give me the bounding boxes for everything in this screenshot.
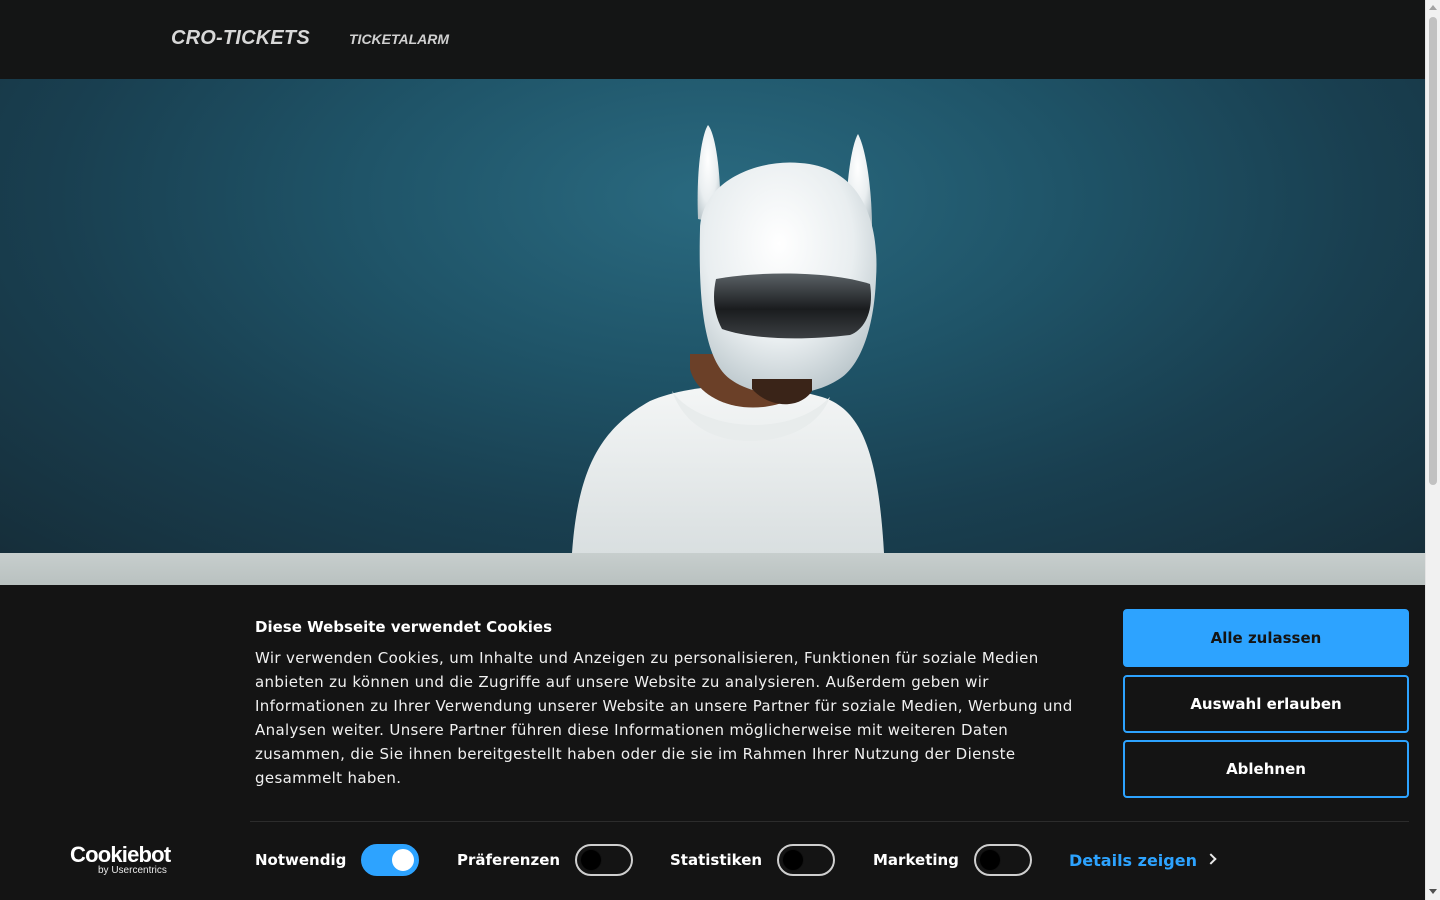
- toggle-knob: [979, 849, 1001, 871]
- toggle-knob: [392, 849, 414, 871]
- cookie-banner: Diese Webseite verwendet Cookies Wir ver…: [0, 585, 1425, 900]
- toggle-knob: [580, 849, 602, 871]
- cookiebot-logo: Cookiebot by Usercentrics: [70, 842, 171, 877]
- details-link[interactable]: Details zeigen: [1069, 851, 1197, 870]
- toggle-necessary[interactable]: [361, 844, 419, 876]
- hero-bottom-band: [0, 553, 1425, 585]
- cookiebot-logo-subtext: by Usercentrics: [98, 865, 167, 876]
- cookie-banner-title: Diese Webseite verwendet Cookies: [255, 618, 553, 636]
- scroll-thumb[interactable]: [1429, 17, 1437, 485]
- scroll-up-arrow-icon[interactable]: [1429, 5, 1437, 10]
- allow-all-button[interactable]: Alle zulassen: [1123, 609, 1409, 667]
- toggle-knob: [782, 849, 804, 871]
- toggle-label-marketing: Marketing: [873, 851, 959, 869]
- toggle-statistics[interactable]: [777, 844, 835, 876]
- page-scrollbar[interactable]: [1425, 0, 1440, 900]
- deny-button[interactable]: Ablehnen: [1123, 740, 1409, 798]
- hero-image: [0, 79, 1425, 553]
- cookie-banner-text: Wir verwenden Cookies, um Inhalte und An…: [255, 649, 1073, 787]
- brand-link[interactable]: CRO-TICKETS: [171, 27, 310, 50]
- chevron-right-icon[interactable]: [1205, 853, 1217, 865]
- nav-link-ticketalarm[interactable]: TICKETALARM: [349, 31, 449, 47]
- scroll-down-arrow-icon[interactable]: [1429, 889, 1437, 894]
- toggle-label-preferences: Präferenzen: [457, 851, 561, 869]
- cookiebot-logo-text: Cookiebot: [70, 842, 171, 867]
- top-navigation: CRO-TICKETS TICKETALARM: [0, 0, 1425, 79]
- toggle-label-necessary: Notwendig: [255, 851, 347, 869]
- person-in-white-helmet-icon: [572, 125, 884, 553]
- allow-selection-button[interactable]: Auswahl erlauben: [1123, 675, 1409, 733]
- toggle-marketing[interactable]: [974, 844, 1032, 876]
- toggle-preferences[interactable]: [575, 844, 633, 876]
- toggle-label-statistics: Statistiken: [670, 851, 763, 869]
- cookie-banner-divider: [250, 821, 1409, 822]
